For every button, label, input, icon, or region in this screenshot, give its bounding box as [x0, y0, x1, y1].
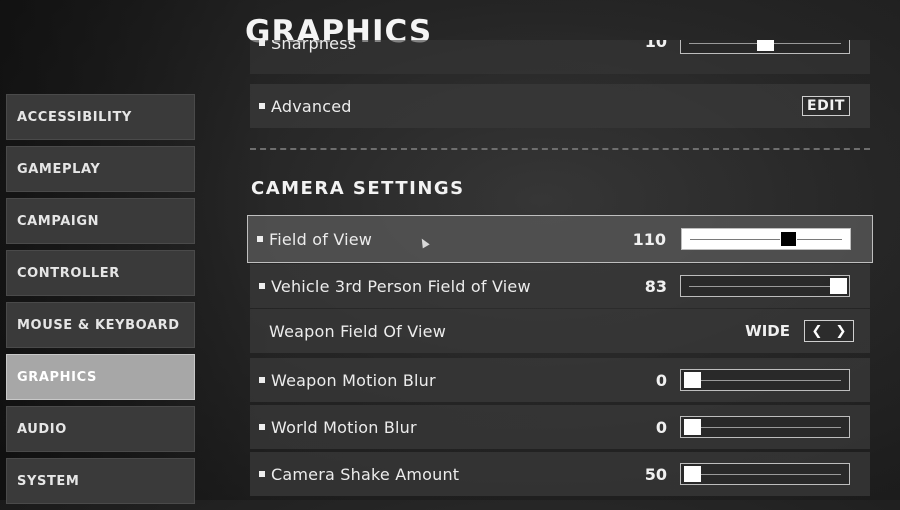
- square-bullet-icon: [259, 40, 265, 46]
- setting-row-world-motion-blur[interactable]: World Motion Blur 0: [250, 405, 870, 449]
- weapon-fov-value: WIDE: [745, 322, 790, 340]
- slider-track: [690, 239, 842, 240]
- setting-row-vehicle-fov[interactable]: Vehicle 3rd Person Field of View 83: [250, 264, 870, 308]
- slider-thumb[interactable]: [830, 278, 847, 294]
- slider-thumb[interactable]: [684, 372, 701, 388]
- sharpness-slider[interactable]: [680, 40, 850, 54]
- setting-label: Vehicle 3rd Person Field of View: [271, 276, 531, 296]
- weapon-motion-blur-slider[interactable]: [680, 369, 850, 391]
- sidebar-item-campaign[interactable]: CAMPAIGN: [6, 198, 195, 244]
- sidebar-item-mouse-keyboard[interactable]: MOUSE & KEYBOARD: [6, 302, 195, 348]
- setting-label: Camera Shake Amount: [271, 464, 460, 484]
- slider-thumb[interactable]: [757, 40, 774, 51]
- camera-shake-slider[interactable]: [680, 463, 850, 485]
- slider-thumb[interactable]: [684, 466, 701, 482]
- setting-row-weapon-fov[interactable]: Weapon Field Of View WIDE ❮ ❯: [250, 309, 870, 353]
- setting-label: Sharpness: [271, 40, 357, 53]
- slider-track: [689, 380, 841, 381]
- setting-row-weapon-motion-blur[interactable]: Weapon Motion Blur 0: [250, 358, 870, 402]
- sidebar-item-graphics[interactable]: GRAPHICS: [6, 354, 195, 400]
- setting-label: World Motion Blur: [271, 417, 417, 437]
- slider-track: [689, 474, 841, 475]
- chevron-right-icon[interactable]: ❯: [836, 324, 847, 339]
- slider-thumb[interactable]: [684, 419, 701, 435]
- square-bullet-icon: [259, 471, 265, 477]
- setting-value: 50: [644, 464, 667, 484]
- setting-value: 0: [655, 417, 667, 437]
- setting-value: 110: [632, 229, 666, 249]
- setting-value: 83: [644, 276, 667, 296]
- world-motion-blur-slider[interactable]: [680, 416, 850, 438]
- advanced-edit-button[interactable]: EDIT: [802, 96, 850, 116]
- setting-row-sharpness[interactable]: Sharpness 10: [250, 40, 870, 74]
- square-bullet-icon: [257, 236, 263, 242]
- square-bullet-icon: [259, 424, 265, 430]
- sidebar-item-controller[interactable]: CONTROLLER: [6, 250, 195, 296]
- sidebar-item-accessibility[interactable]: ACCESSIBILITY: [6, 94, 195, 140]
- settings-sidebar: ACCESSIBILITY GAMEPLAY CAMPAIGN CONTROLL…: [6, 94, 195, 510]
- section-title-camera: CAMERA SETTINGS: [251, 178, 465, 199]
- setting-row-field-of-view[interactable]: Field of View 110: [247, 215, 873, 263]
- field-of-view-slider[interactable]: [681, 228, 851, 250]
- vehicle-fov-slider[interactable]: [680, 275, 850, 297]
- square-bullet-icon: [259, 103, 265, 109]
- slider-thumb[interactable]: [779, 231, 797, 247]
- setting-label: Weapon Field Of View: [269, 321, 446, 341]
- slider-track: [689, 427, 841, 428]
- setting-row-camera-shake[interactable]: Camera Shake Amount 50: [250, 452, 870, 496]
- setting-label: Weapon Motion Blur: [271, 370, 436, 390]
- setting-label: Field of View: [269, 229, 373, 249]
- setting-value: 10: [644, 40, 667, 51]
- sidebar-item-system[interactable]: SYSTEM: [6, 458, 195, 504]
- slider-track: [689, 286, 841, 287]
- sidebar-item-audio[interactable]: AUDIO: [6, 406, 195, 452]
- setting-value: 0: [655, 370, 667, 390]
- sidebar-item-gameplay[interactable]: GAMEPLAY: [6, 146, 195, 192]
- setting-label: Advanced: [271, 96, 352, 116]
- section-divider: [250, 148, 870, 150]
- setting-row-advanced[interactable]: Advanced EDIT: [250, 84, 870, 128]
- settings-panel: Sharpness 10 Advanced EDIT CAMERA SETTIN…: [247, 0, 873, 500]
- square-bullet-icon: [259, 283, 265, 289]
- square-bullet-icon: [259, 377, 265, 383]
- chevron-left-icon[interactable]: ❮: [812, 324, 823, 339]
- weapon-fov-selector[interactable]: ❮ ❯: [804, 320, 854, 342]
